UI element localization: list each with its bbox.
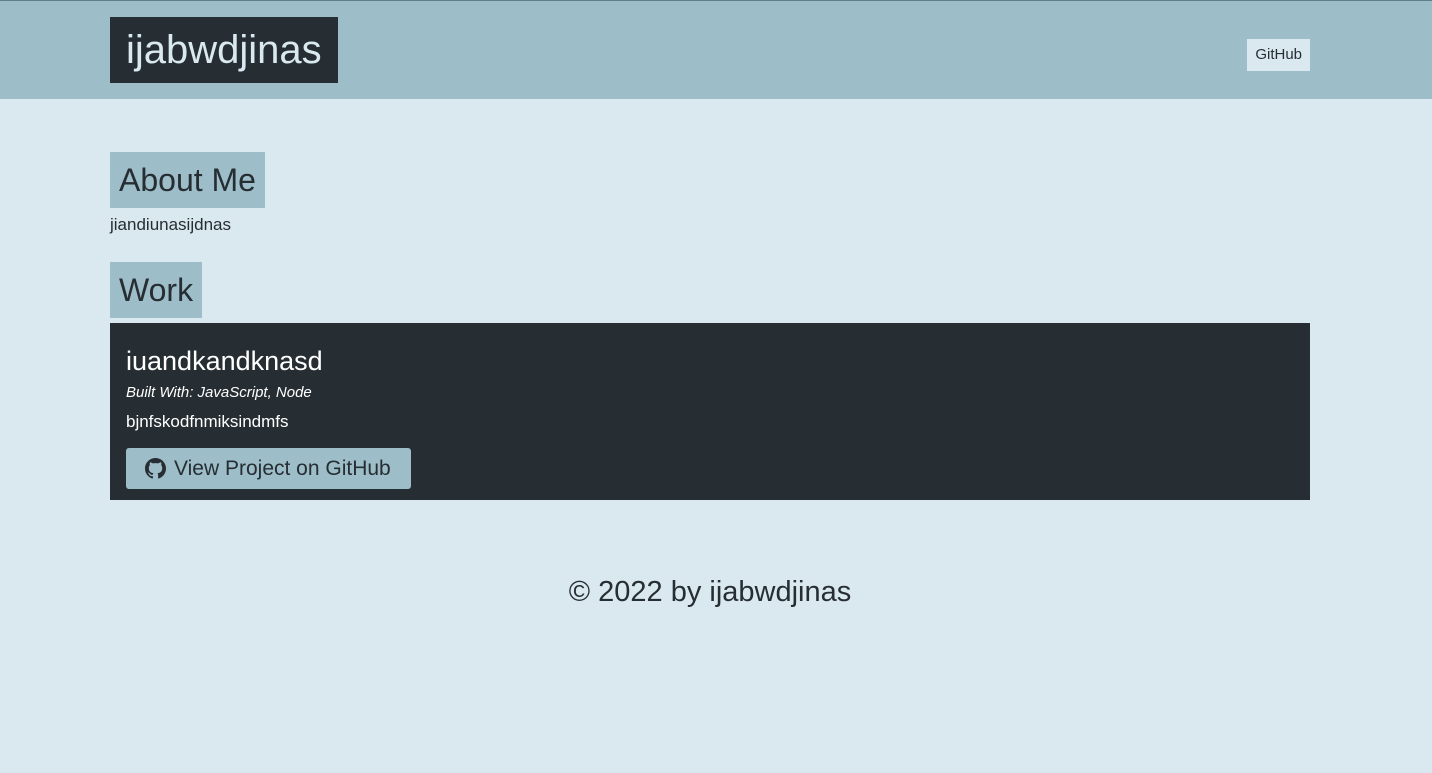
view-project-button[interactable]: View Project on GitHub [126, 448, 411, 489]
footer-copyright: © 2022 by ijabwdjinas [568, 576, 852, 608]
nav-github-link[interactable]: GitHub [1247, 39, 1310, 71]
project-card: iuandkandknasd Built With: JavaScript, N… [110, 323, 1310, 500]
site-brand[interactable]: ijabwdjinas [110, 17, 338, 83]
project-title: iuandkandknasd [126, 346, 323, 376]
about-text: jiandiunasijdnas [110, 215, 231, 234]
project-tech: Built With: JavaScript, Node [126, 384, 312, 401]
page: ijabwdjinas GitHub About Me jiandiunasij… [0, 0, 1432, 773]
project-description: bjnfskodfnmiksindmfs [126, 412, 289, 431]
github-icon [145, 458, 166, 479]
about-heading: About Me [110, 152, 265, 208]
work-heading: Work [110, 262, 203, 318]
view-project-label: View Project on GitHub [174, 457, 391, 480]
site-header: ijabwdjinas GitHub [0, 0, 1432, 99]
